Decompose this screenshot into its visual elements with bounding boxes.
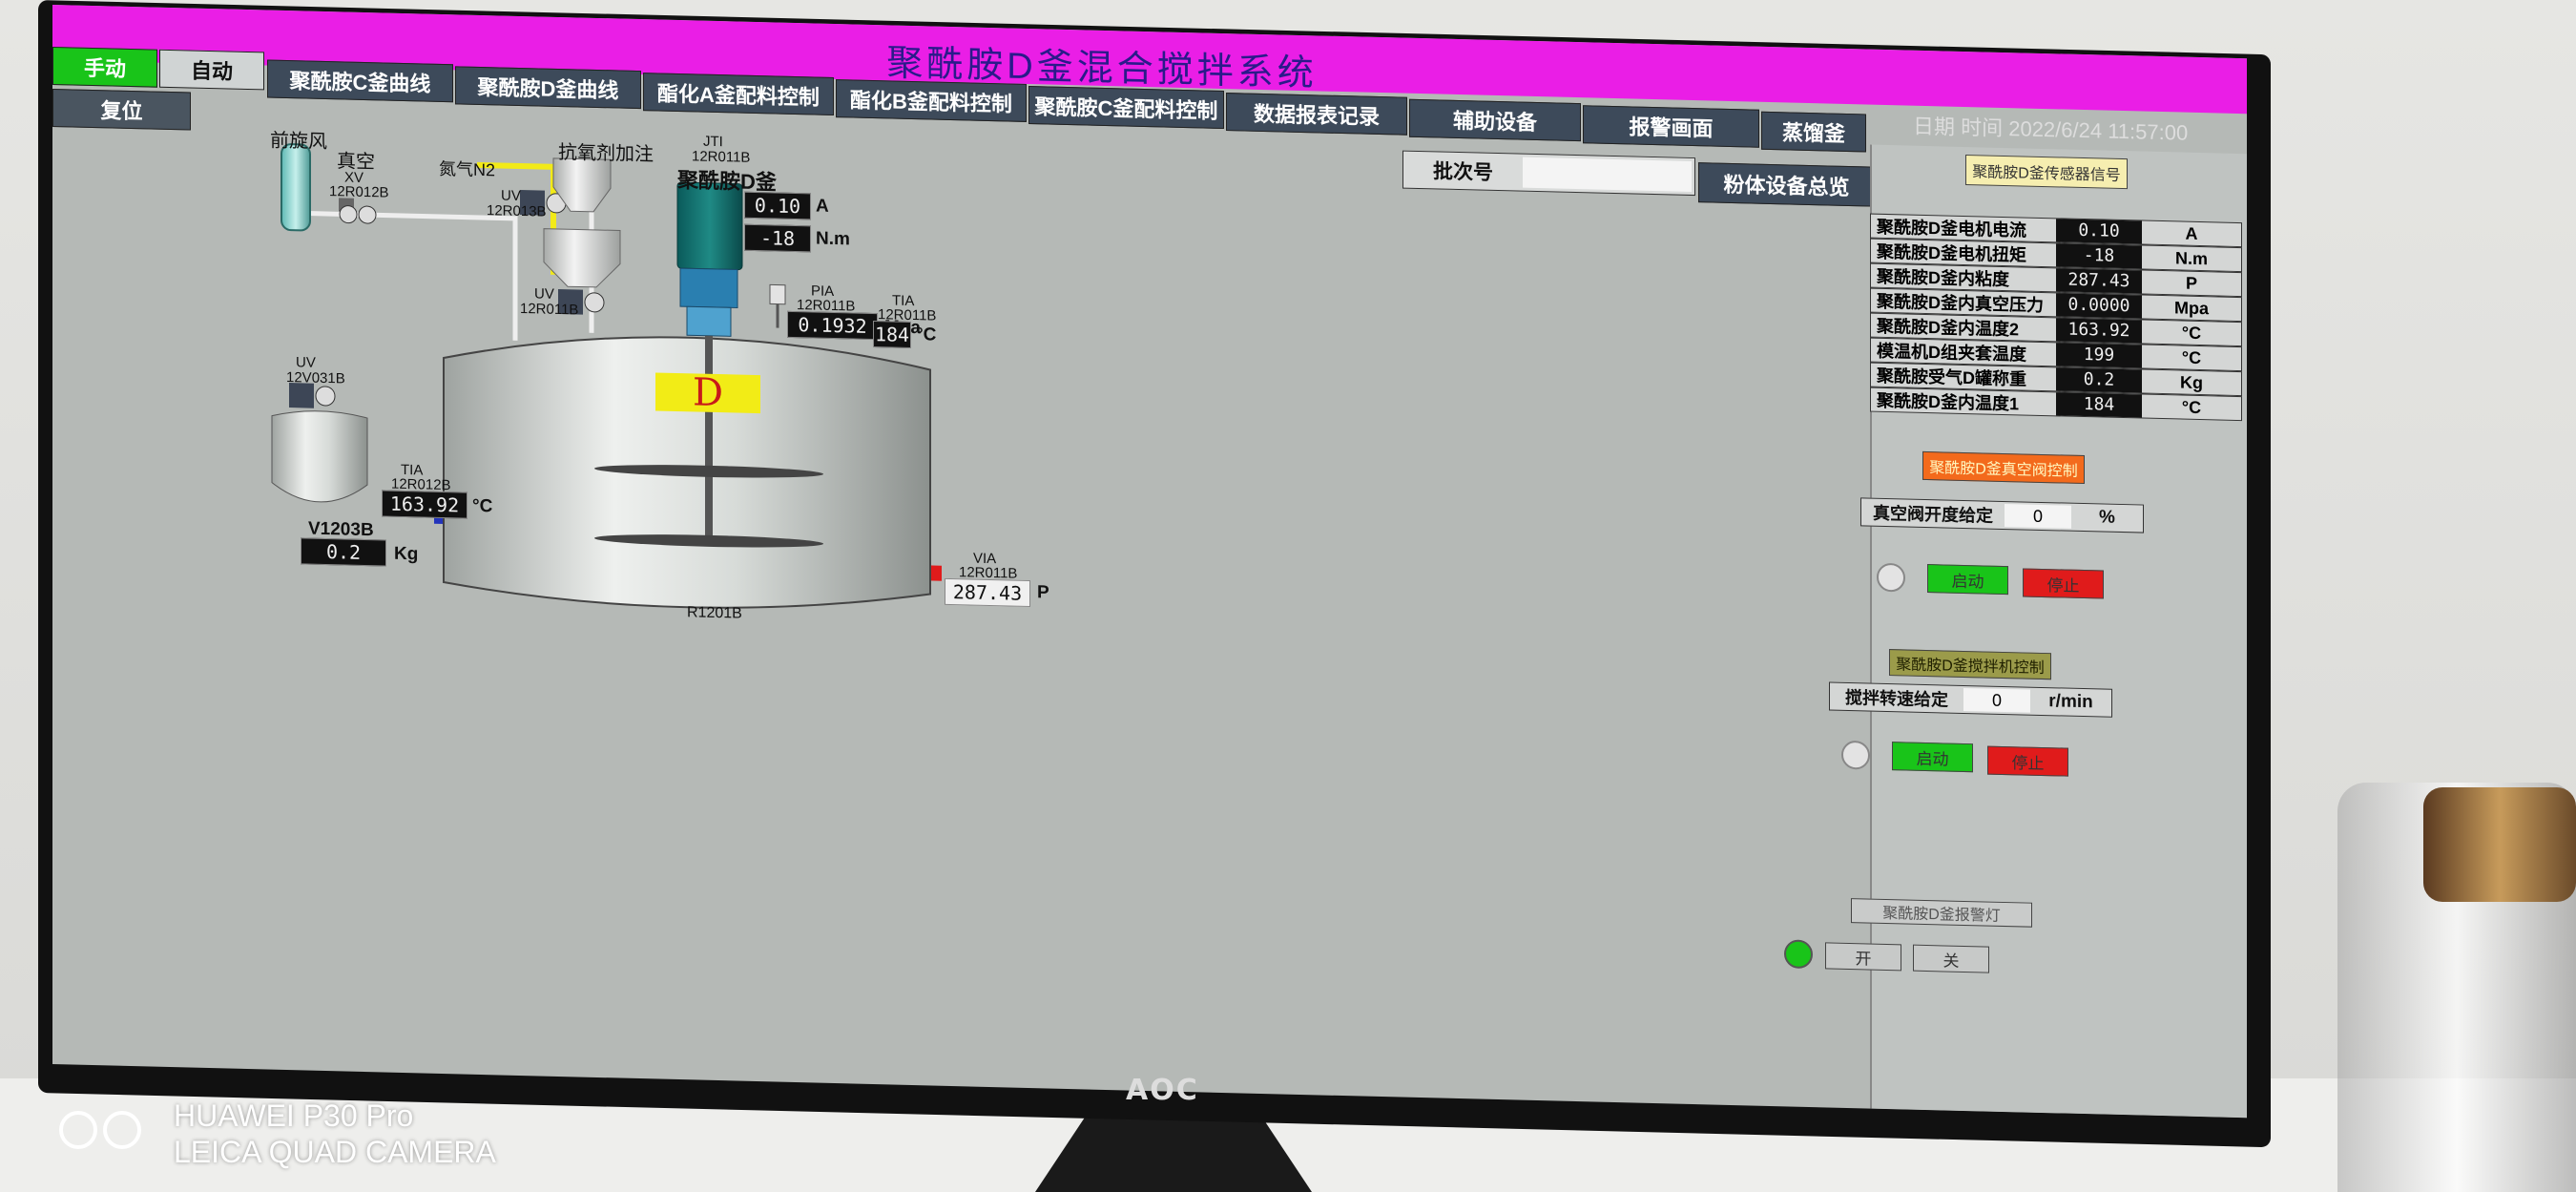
uv1-tag: 12R013B [487,202,547,220]
motor-torque-value: -18 [744,223,811,253]
uv2-tag: 12R011B [520,300,579,319]
reactor-tag: R1201B [687,604,742,622]
hmi-screen: 聚酰胺D釜混合搅拌系统 日期 时间 2022/6/24 11:57:00 手动 … [52,5,2247,1119]
temperature2-unit: °C [472,495,493,517]
watermark-device: HUAWEI P30 Pro [174,1098,414,1133]
uv3-label: UV [296,354,316,371]
pressure-transmitter-icon [769,283,786,328]
pressure-value: 0.1932 [787,310,878,341]
agitator-stop-button[interactable]: 停止 [1987,745,2068,777]
antioxidant-label: 抗氧剂加注 [558,141,654,166]
sensor-table: 聚酰胺D釜电机电流 0.10 A 聚酰胺D釜电机扭矩 -18 N.m 聚酰胺D釜内粘度 2… [1870,213,2242,422]
vacuum-pipe [339,211,518,341]
vacuum-setpoint-unit: % [2099,507,2115,528]
alarm-light-title: 聚酰胺D釜报警灯 [1851,898,2032,928]
motor-torque-unit: N.m [816,228,850,250]
jti-label: JTI [703,133,723,151]
motor-current-unit: A [816,196,829,217]
datetime: 日期 时间 2022/6/24 11:57:00 [1913,114,2189,145]
sensor-signal-button[interactable]: 聚酰胺D釜传感器信号 [1965,155,2128,190]
agitator-setpoint-input[interactable]: 0 [1963,687,2030,713]
tank-letter: D [692,370,724,416]
monitor-brand: AOC [1126,1074,1199,1107]
nitrogen-label: 氮气N2 [439,158,496,180]
vacuum-setpoint-label: 真空阀开度给定 [1873,503,1993,526]
weight-value: 0.2 [301,537,386,567]
viscosity-value: 287.43 [945,577,1030,608]
uv2-label: UV [534,285,554,303]
gearbox-icon [679,267,738,309]
uv1-label: UV [501,187,521,204]
uv3-tag: 12V031B [286,368,345,387]
small-tank-v1203b [271,410,368,503]
vacuum-start-button[interactable]: 启动 [1927,564,2008,596]
vacuum-status-indicator [1877,562,1905,593]
uv3-valve-icon [289,383,336,408]
temperature1-value: 184 [873,321,911,348]
glass-jar-lid [2423,787,2576,902]
agitator-setpoint-unit: r/min [2048,691,2093,713]
agitator-control-title[interactable]: 聚酰胺D釜搅拌机控制 [1889,649,2051,680]
motor-current-value: 0.10 [744,191,811,220]
temperature1-unit: °C [916,324,937,345]
agitator-motor-icon [676,181,743,271]
weighing-hopper-icon [543,228,621,288]
leica-logo-icon [59,1111,155,1153]
watermark-camera: LEICA QUAD CAMERA [174,1135,496,1169]
weight-unit: Kg [394,543,419,565]
agitator-start-button[interactable]: 启动 [1892,742,1973,773]
vacuum-setpoint-input[interactable]: 0 [2005,504,2071,529]
vacuum-stop-button[interactable]: 停止 [2023,568,2104,599]
cyclone-fan-icon [280,143,311,232]
temperature2-value: 163.92 [382,490,467,519]
cyclone-fan-label: 前旋风 [270,130,327,154]
alarm-light-off-button[interactable]: 关 [1913,944,1989,973]
xv-tag: 12R012B [329,183,389,201]
viscosity-unit: P [1037,582,1049,603]
vacuum-valve-control-title[interactable]: 聚酰胺D釜真空阀控制 [1922,450,2085,485]
xv-valve-icon [339,198,377,224]
